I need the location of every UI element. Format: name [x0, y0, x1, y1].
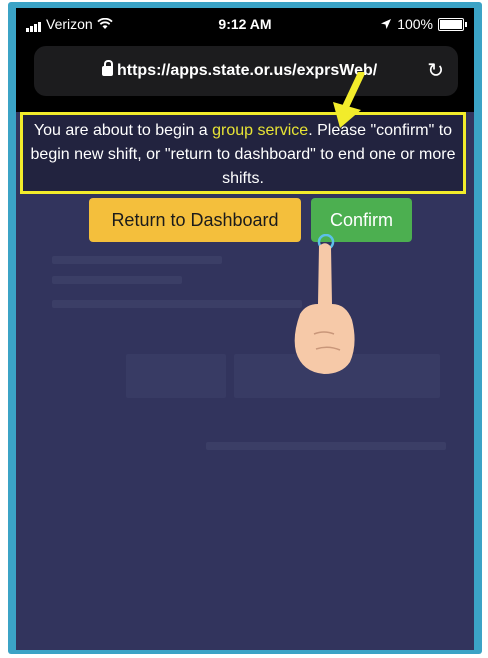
pointing-hand-icon — [294, 234, 355, 374]
address-bar[interactable]: https://apps.state.or.us/exprsWeb/ ↻ — [34, 46, 458, 96]
group-service-notice: You are about to begin a group service. … — [20, 112, 466, 194]
location-arrow-icon — [381, 19, 392, 29]
battery-percent: 100% — [397, 16, 433, 32]
yellow-arrow-icon — [333, 72, 365, 128]
browser-chrome: https://apps.state.or.us/exprsWeb/ ↻ — [16, 40, 474, 112]
dimmed-background — [16, 194, 474, 650]
battery-icon — [438, 17, 467, 31]
return-to-dashboard-button[interactable]: Return to Dashboard — [89, 198, 301, 242]
notice-highlight: group service — [212, 122, 309, 139]
notice-text-start: You are about to begin a — [33, 122, 213, 139]
lock-icon — [102, 60, 113, 76]
status-bar: Verizon 9:12 AM 100% — [16, 8, 474, 40]
phone-screen: Verizon 9:12 AM 100% https://apps.state.… — [16, 8, 474, 650]
reload-icon[interactable]: ↻ — [427, 58, 444, 83]
